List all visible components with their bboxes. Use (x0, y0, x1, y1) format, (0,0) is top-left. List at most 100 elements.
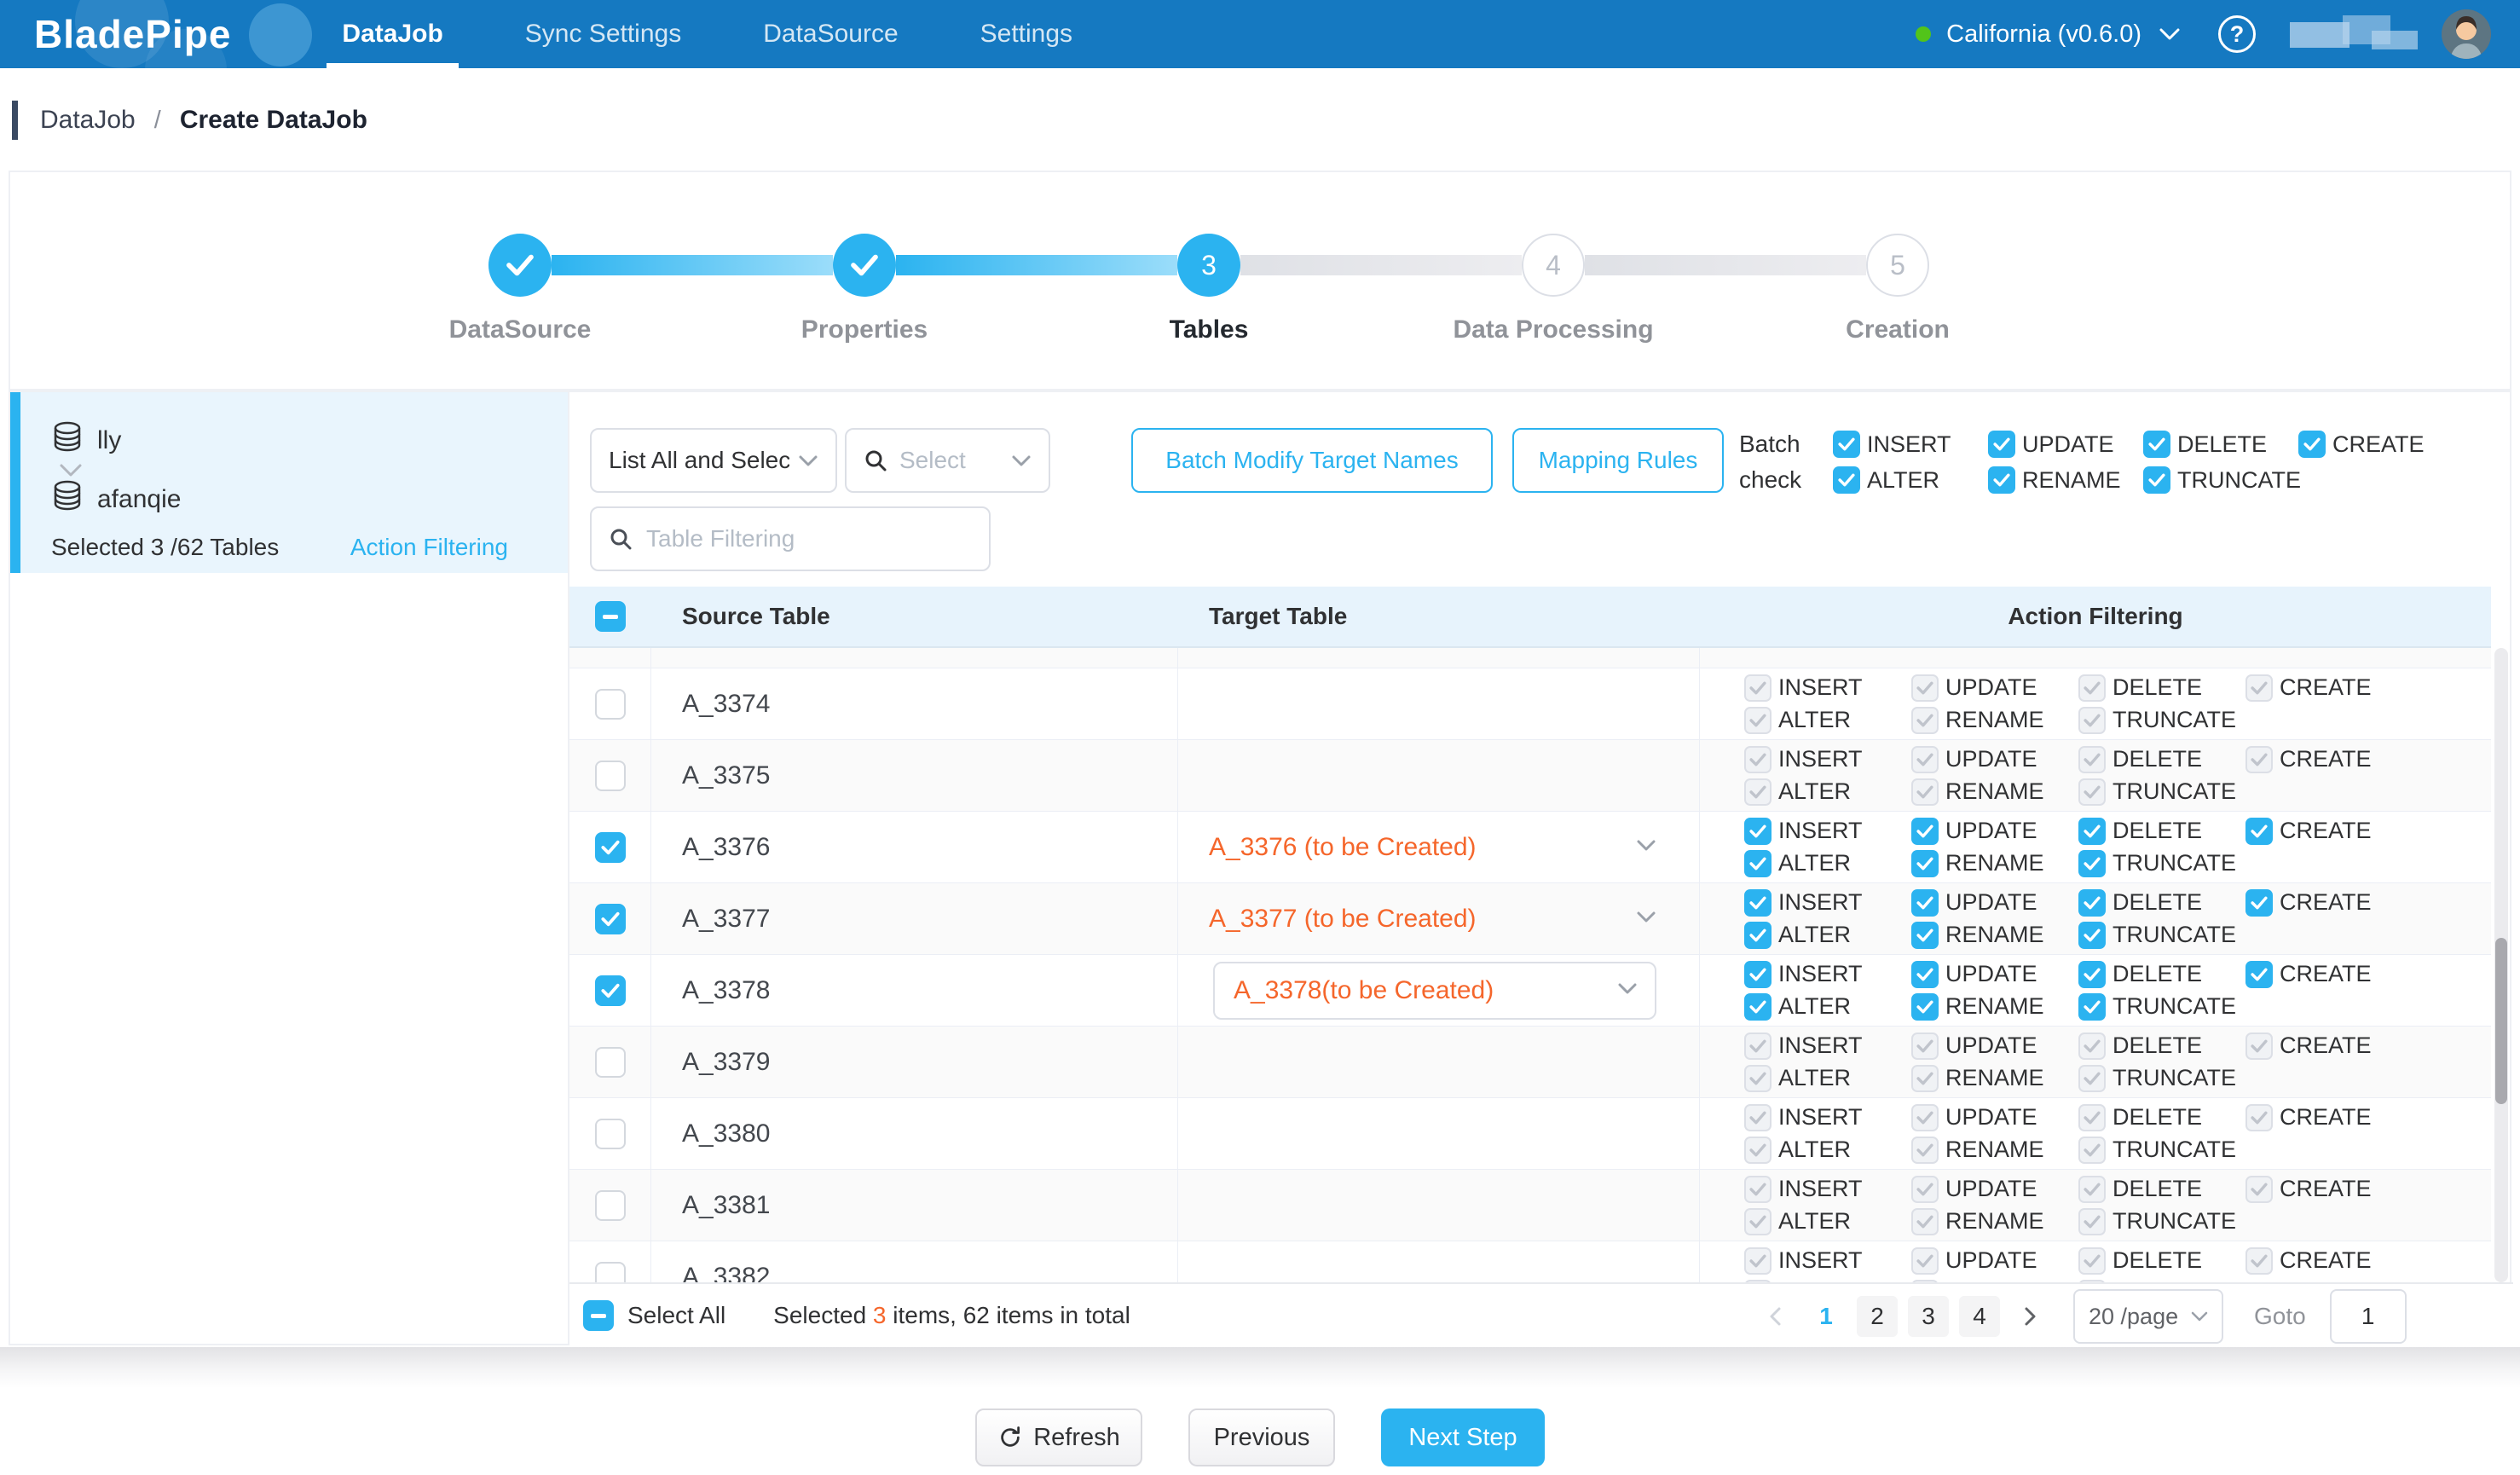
batch-check-create[interactable]: CREATE (2292, 431, 2447, 458)
checkbox-checked-icon[interactable] (2078, 818, 2106, 845)
batch-check-update[interactable]: UPDATE (1981, 431, 2136, 458)
checkbox-checked-icon[interactable] (2078, 889, 2106, 917)
checkbox-checked-icon[interactable] (1911, 961, 1939, 988)
action-truncate[interactable]: TRUNCATE (2072, 993, 2239, 1021)
batch-check-truncate[interactable]: TRUNCATE (2136, 466, 2292, 494)
checkbox-checked-icon[interactable] (2245, 889, 2273, 917)
batch-check-insert[interactable]: INSERT (1826, 431, 1981, 458)
checkbox-checked-icon[interactable] (2078, 961, 2106, 988)
action-insert[interactable]: INSERT (1737, 818, 1904, 845)
checkbox-checked-icon[interactable] (1988, 431, 2015, 458)
action-rename[interactable]: RENAME (1904, 993, 2072, 1021)
pagination-next-button[interactable] (2010, 1296, 2051, 1337)
mapping-rules-button[interactable]: Mapping Rules (1512, 428, 1724, 493)
nav-item-settings[interactable]: Settings (965, 0, 1088, 68)
action-alter[interactable]: ALTER (1737, 993, 1904, 1021)
avatar[interactable] (2442, 9, 2491, 59)
row-checkbox[interactable] (595, 904, 626, 934)
action-delete[interactable]: DELETE (2072, 889, 2239, 917)
action-insert[interactable]: INSERT (1737, 889, 1904, 917)
checkbox-checked-icon[interactable] (1833, 466, 1860, 494)
action-rename[interactable]: RENAME (1904, 850, 2072, 877)
action-filtering-link[interactable]: Action Filtering (350, 534, 508, 561)
action-truncate[interactable]: TRUNCATE (2072, 922, 2239, 949)
breadcrumb-parent[interactable]: DataJob (40, 106, 136, 135)
checkbox-checked-icon[interactable] (1988, 466, 2015, 494)
row-checkbox[interactable] (595, 1262, 626, 1283)
row-checkbox[interactable] (595, 1047, 626, 1078)
action-create[interactable]: CREATE (2239, 818, 2406, 845)
chevron-down-icon[interactable] (2159, 26, 2181, 42)
action-alter[interactable]: ALTER (1737, 850, 1904, 877)
table-filter-input[interactable]: Table Filtering (590, 506, 991, 571)
nav-item-sync-settings[interactable]: Sync Settings (510, 0, 696, 68)
action-insert[interactable]: INSERT (1737, 961, 1904, 988)
checkbox-checked-icon[interactable] (2245, 961, 2273, 988)
pagination-page-4[interactable]: 4 (1959, 1296, 2000, 1337)
batch-check-delete[interactable]: DELETE (2136, 431, 2292, 458)
action-delete[interactable]: DELETE (2072, 961, 2239, 988)
pagination-page-1[interactable]: 1 (1806, 1296, 1847, 1337)
checkbox-checked-icon[interactable] (1911, 850, 1939, 877)
page-size-select[interactable]: 20 /page (2073, 1289, 2223, 1344)
pagination-page-2[interactable]: 2 (1857, 1296, 1898, 1337)
row-checkbox[interactable] (595, 1119, 626, 1149)
table-select-dropdown[interactable]: Select (845, 428, 1050, 493)
next-step-button[interactable]: Next Step (1381, 1408, 1545, 1466)
action-update[interactable]: UPDATE (1904, 889, 2072, 917)
checkbox-checked-icon[interactable] (1911, 922, 1939, 949)
environment-label[interactable]: California (v0.6.0) (1946, 20, 2141, 49)
row-checkbox[interactable] (595, 975, 626, 1006)
row-checkbox[interactable] (595, 761, 626, 791)
batch-check-alter[interactable]: ALTER (1826, 466, 1981, 494)
action-update[interactable]: UPDATE (1904, 818, 2072, 845)
pagination-prev-button[interactable] (1754, 1296, 1795, 1337)
goto-page-input[interactable] (2330, 1289, 2407, 1344)
action-create[interactable]: CREATE (2239, 889, 2406, 917)
select-all-checkbox-indeterminate[interactable] (595, 601, 626, 632)
action-delete[interactable]: DELETE (2072, 818, 2239, 845)
checkbox-disabled-icon (1911, 1104, 1939, 1131)
pagination-page-3[interactable]: 3 (1908, 1296, 1949, 1337)
nav-item-datajob[interactable]: DataJob (327, 0, 458, 68)
action-rename[interactable]: RENAME (1904, 922, 2072, 949)
checkbox-checked-icon[interactable] (1911, 889, 1939, 917)
table-scrollbar-thumb[interactable] (2495, 938, 2507, 1104)
chevron-down-icon[interactable] (1636, 839, 1656, 856)
row-checkbox[interactable] (595, 832, 626, 863)
checkbox-checked-icon[interactable] (2298, 431, 2326, 458)
row-checkbox[interactable] (595, 1190, 626, 1221)
checkbox-checked-icon[interactable] (1744, 889, 1772, 917)
checkbox-checked-icon[interactable] (1833, 431, 1860, 458)
batch-modify-target-names-button[interactable]: Batch Modify Target Names (1131, 428, 1493, 493)
checkbox-checked-icon[interactable] (2078, 993, 2106, 1021)
checkbox-checked-icon[interactable] (1744, 818, 1772, 845)
nav-item-datasource[interactable]: DataSource (748, 0, 913, 68)
datasource-pair-card[interactable]: lly afanqie Selected 3 /62 Tables Action… (10, 392, 568, 573)
target-table-select[interactable]: A_3378(to be Created) (1213, 962, 1656, 1020)
checkbox-checked-icon[interactable] (1744, 993, 1772, 1021)
chevron-down-icon[interactable] (1636, 911, 1656, 928)
previous-button[interactable]: Previous (1188, 1408, 1335, 1466)
action-create[interactable]: CREATE (2239, 961, 2406, 988)
checkbox-checked-icon[interactable] (1744, 850, 1772, 877)
row-checkbox[interactable] (595, 689, 626, 720)
batch-check-rename[interactable]: RENAME (1981, 466, 2136, 494)
checkbox-checked-icon[interactable] (2078, 850, 2106, 877)
table-scrollbar-track[interactable] (2494, 648, 2508, 1282)
footer-select-all-checkbox[interactable] (583, 1300, 614, 1331)
checkbox-checked-icon[interactable] (1911, 993, 1939, 1021)
checkbox-checked-icon[interactable] (1911, 818, 1939, 845)
checkbox-checked-icon[interactable] (2245, 818, 2273, 845)
checkbox-checked-icon[interactable] (2143, 466, 2170, 494)
list-mode-dropdown[interactable]: List All and Select ... (590, 428, 837, 493)
help-icon[interactable]: ? (2218, 15, 2256, 53)
checkbox-checked-icon[interactable] (1744, 961, 1772, 988)
checkbox-checked-icon[interactable] (1744, 922, 1772, 949)
checkbox-checked-icon[interactable] (2078, 922, 2106, 949)
action-truncate[interactable]: TRUNCATE (2072, 850, 2239, 877)
action-alter[interactable]: ALTER (1737, 922, 1904, 949)
checkbox-checked-icon[interactable] (2143, 431, 2170, 458)
refresh-button[interactable]: Refresh (975, 1408, 1142, 1466)
action-update[interactable]: UPDATE (1904, 961, 2072, 988)
